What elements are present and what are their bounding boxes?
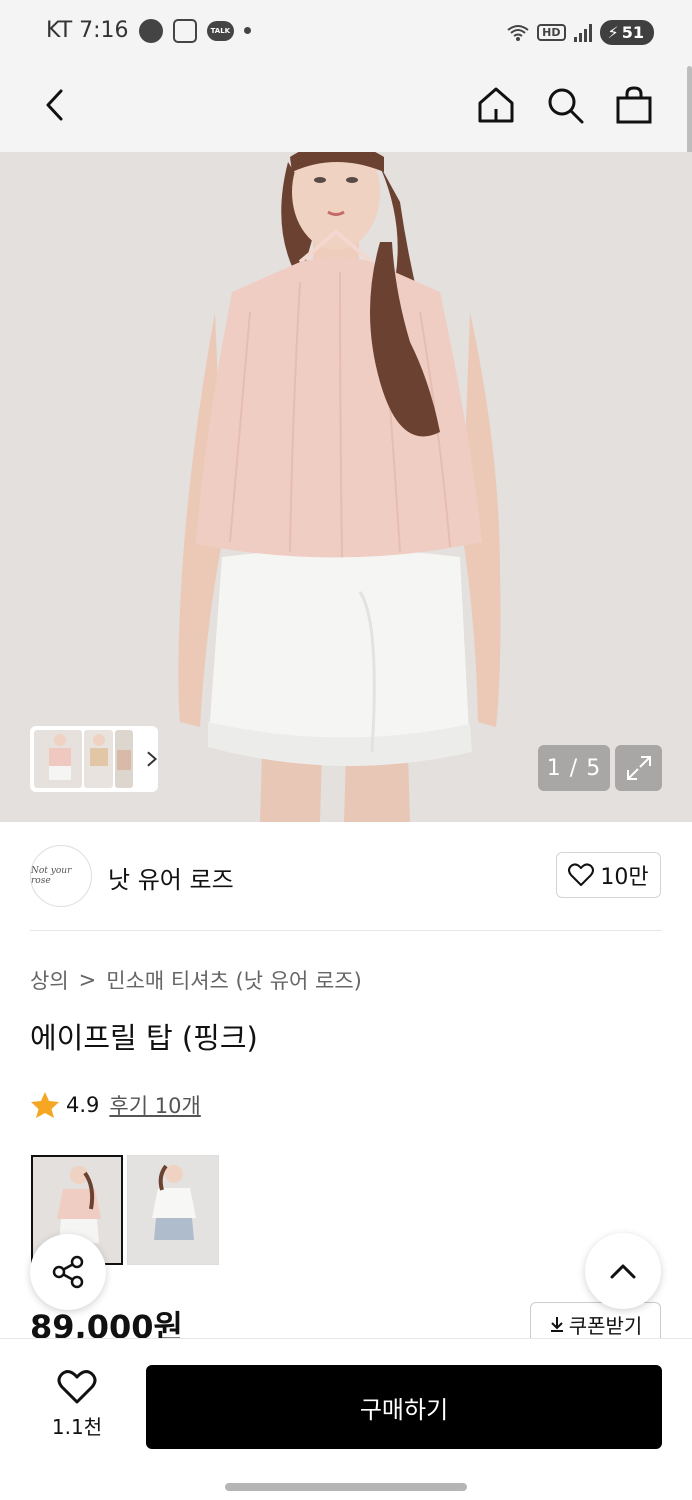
- wishlist-button[interactable]: 1.1천: [40, 1369, 114, 1440]
- moon-icon: [138, 18, 163, 43]
- rating-row: 4.9 후기 10개: [30, 1090, 201, 1120]
- signal-icon: [573, 23, 592, 42]
- expand-button[interactable]: [615, 745, 662, 791]
- share-icon: [52, 1255, 84, 1289]
- back-button[interactable]: [30, 80, 80, 130]
- reviews-link[interactable]: 후기 10개: [109, 1090, 200, 1120]
- breadcrumb-separator: >: [78, 968, 97, 992]
- notification-dot-icon: [244, 27, 252, 34]
- product-title: 에이프릴 탑 (핑크): [30, 1021, 258, 1055]
- download-icon: [550, 1317, 563, 1332]
- heart-icon: [57, 1370, 97, 1404]
- divider: [30, 930, 662, 931]
- home-indicator[interactable]: [225, 1483, 467, 1491]
- screenshot-icon: [172, 18, 197, 43]
- gallery-thumbnail-strip[interactable]: [30, 726, 158, 792]
- home-button[interactable]: [471, 80, 521, 130]
- brand-like-count: 10만: [600, 865, 649, 890]
- bottom-action-bar: 1.1천 구매하기: [0, 1338, 692, 1500]
- chevron-up-icon: [610, 1264, 636, 1279]
- hd-icon: HD: [537, 24, 566, 41]
- gallery-thumbnail[interactable]: [115, 730, 133, 788]
- gallery-thumbnail[interactable]: [84, 730, 114, 788]
- battery-indicator: ⚡ 51: [599, 20, 654, 45]
- breadcrumb-category[interactable]: 상의: [30, 965, 69, 995]
- scrollbar[interactable]: [687, 66, 692, 154]
- star-icon: [31, 1092, 59, 1118]
- status-right: HD ⚡ 51: [507, 20, 654, 45]
- share-button[interactable]: [30, 1234, 106, 1310]
- buy-button[interactable]: 구매하기: [146, 1365, 662, 1449]
- brand-logo[interactable]: Not your rose: [30, 845, 92, 907]
- color-variant-white[interactable]: [127, 1155, 219, 1265]
- scroll-top-button[interactable]: [585, 1233, 661, 1309]
- heart-icon: [568, 863, 595, 886]
- brand-name[interactable]: 낫 유어 로즈: [108, 860, 234, 895]
- image-counter: 1 / 5: [538, 745, 610, 791]
- back-icon: [46, 89, 63, 121]
- breadcrumb: 상의 > 민소매 티셔츠 (낫 유어 로즈): [30, 965, 362, 995]
- product-photo: [0, 152, 692, 822]
- talk-icon: TALK: [206, 20, 235, 41]
- gallery-thumbnail[interactable]: [34, 730, 83, 788]
- status-bar: KT 7:16 TALK HD ⚡ 51: [0, 0, 692, 66]
- expand-icon: [626, 756, 651, 780]
- carrier-time: KT 7:16: [46, 18, 129, 43]
- charging-icon: ⚡: [607, 23, 619, 42]
- coupon-label: 쿠폰받기: [568, 1313, 643, 1338]
- brand-like-button[interactable]: 10만: [556, 852, 661, 898]
- product-image-gallery[interactable]: 1 / 5: [0, 152, 692, 822]
- chevron-right-icon[interactable]: [145, 749, 159, 769]
- bag-button[interactable]: [609, 80, 659, 130]
- breadcrumb-subcategory[interactable]: 민소매 티셔츠 (낫 유어 로즈): [106, 965, 362, 995]
- wifi-icon: [507, 24, 529, 41]
- home-icon: [478, 87, 514, 123]
- status-left: KT 7:16 TALK: [46, 18, 252, 43]
- battery-level: 51: [621, 23, 644, 42]
- bag-icon: [616, 86, 652, 124]
- brand-logo-text: Not your rose: [31, 866, 72, 886]
- rating-value: 4.9: [66, 1093, 100, 1117]
- search-button[interactable]: [540, 80, 590, 130]
- wishlist-count: 1.1천: [51, 1415, 103, 1439]
- top-nav-bar: [0, 66, 692, 152]
- search-icon: [548, 88, 584, 124]
